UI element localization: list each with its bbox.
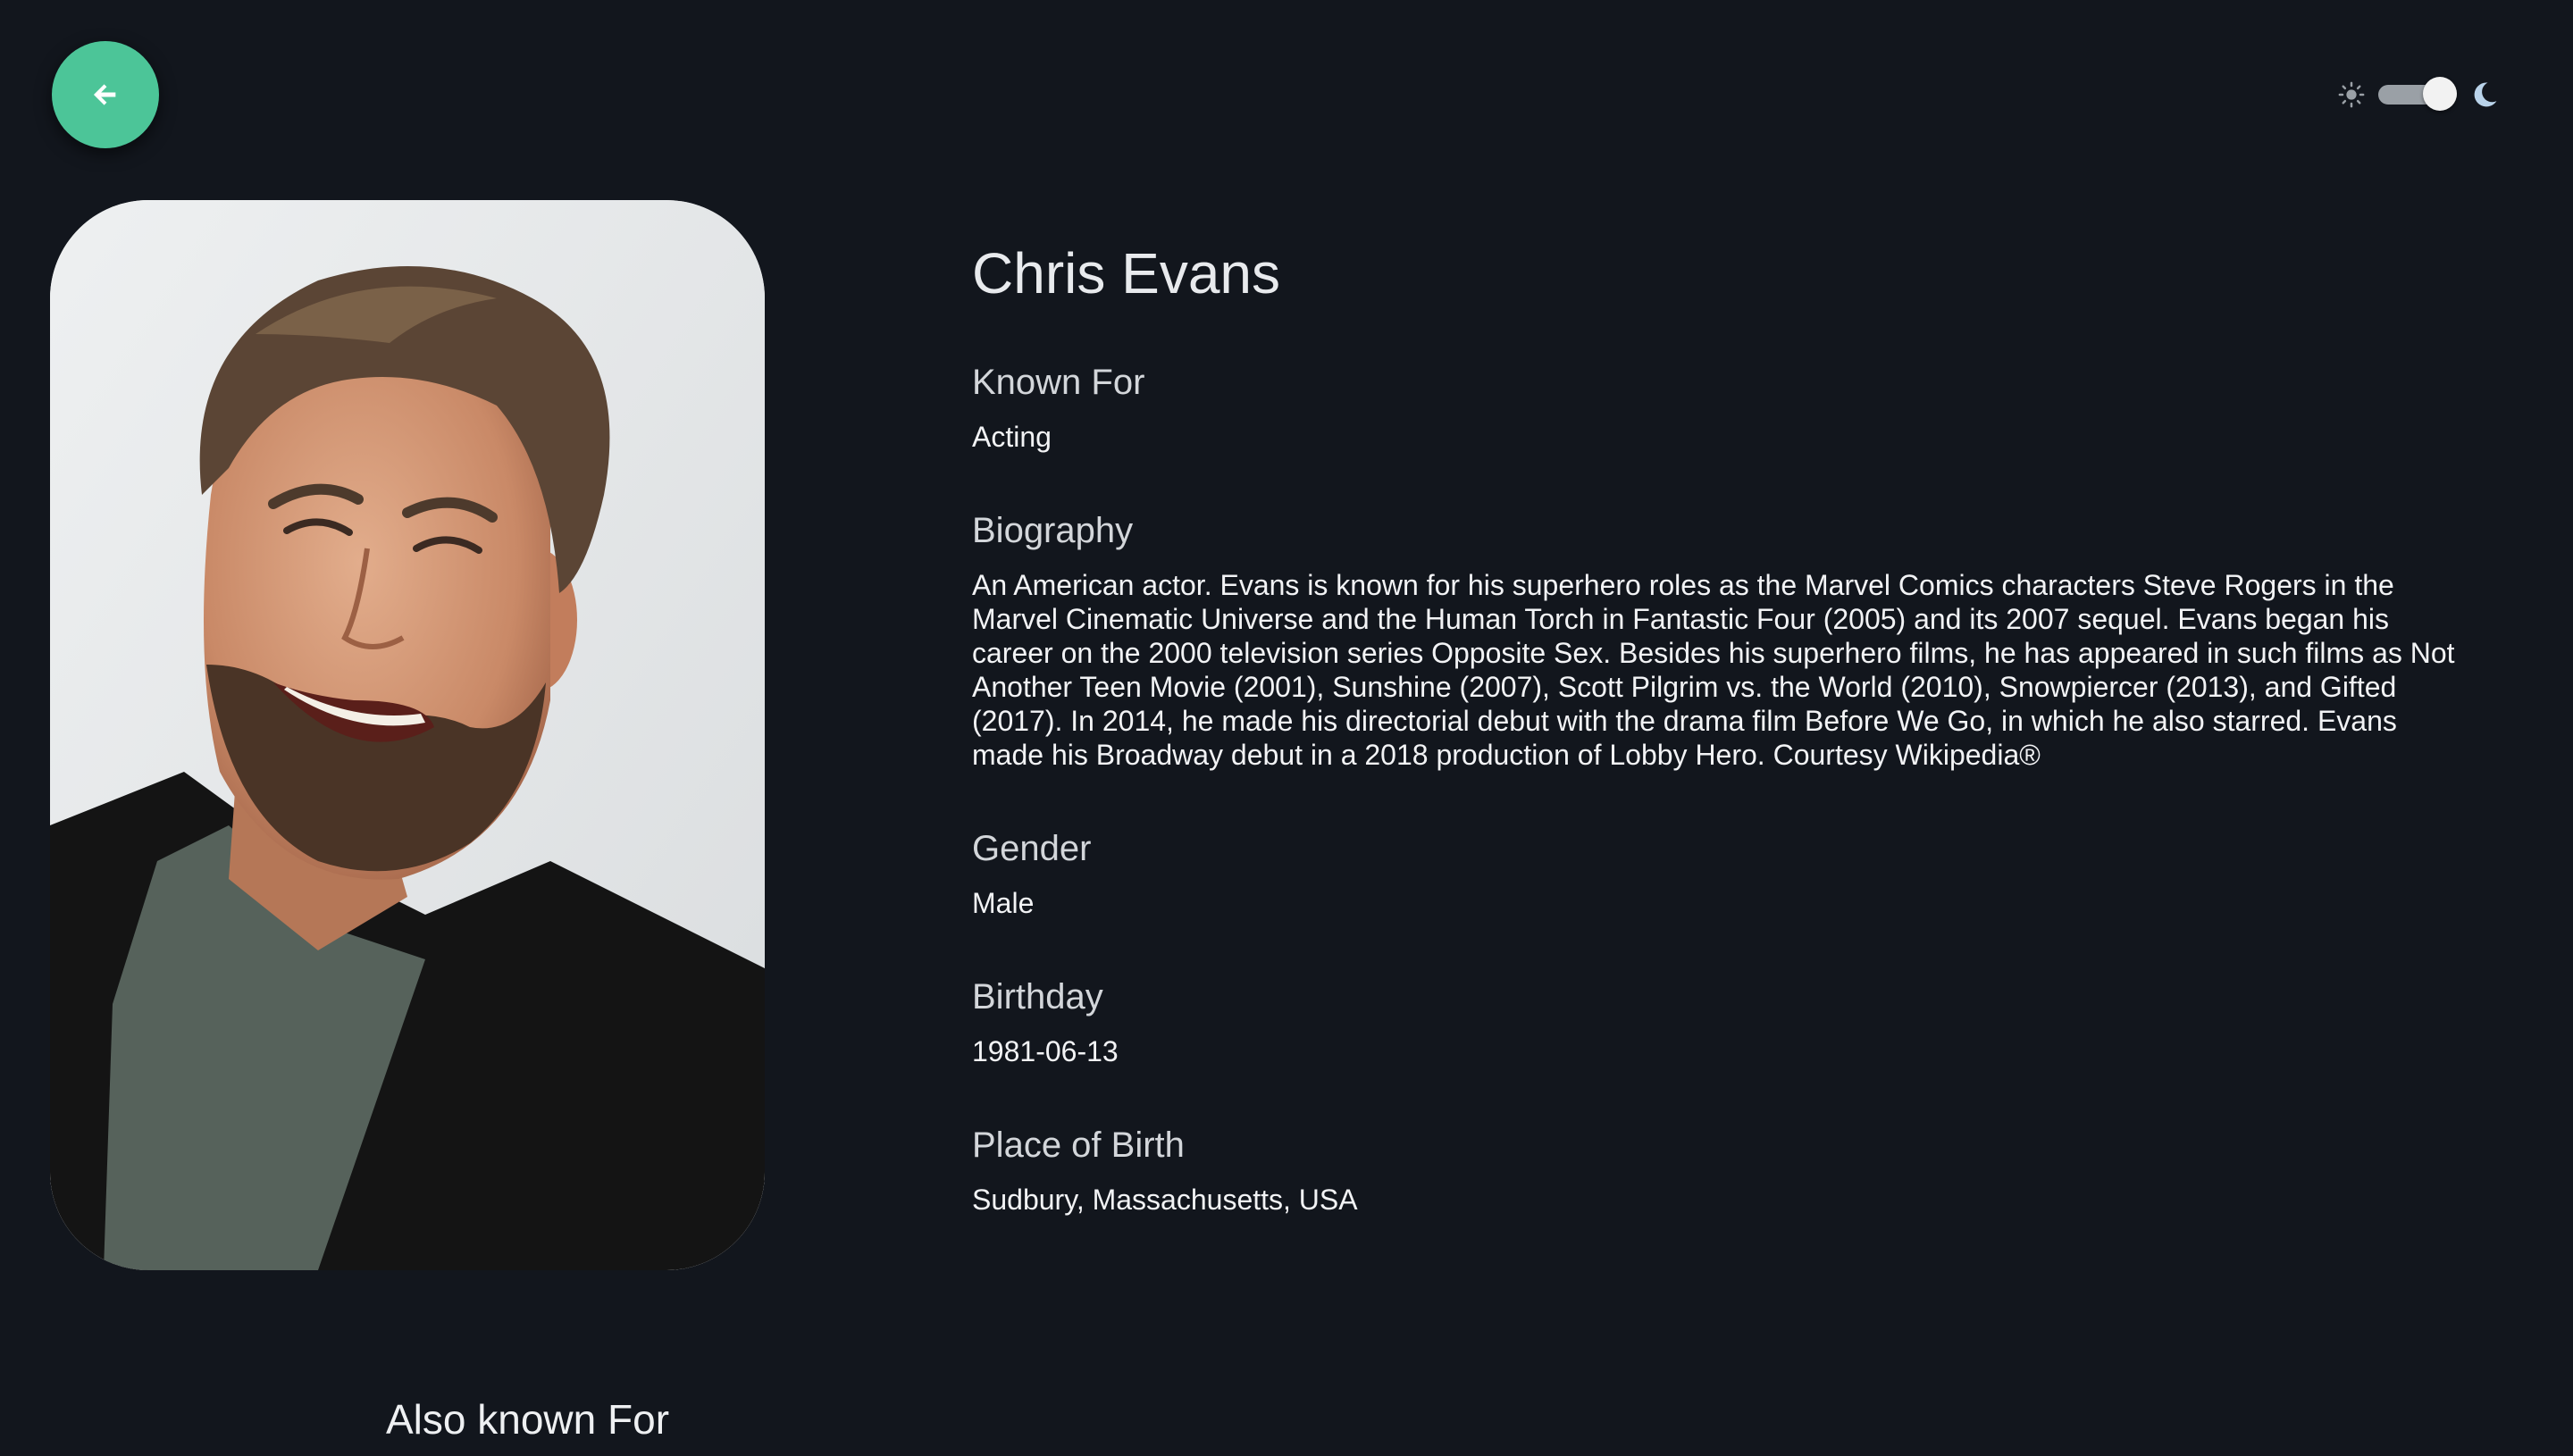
person-name: Chris Evans: [972, 241, 1280, 305]
biography-section: Biography An American actor. Evans is kn…: [972, 509, 2455, 772]
also-known-for-heading: Also known For: [386, 1396, 670, 1443]
place-of-birth-section: Place of Birth Sudbury, Massachusetts, U…: [972, 1124, 2455, 1217]
profile-photo: [50, 200, 765, 1270]
theme-switch-knob: [2423, 77, 2457, 111]
theme-switch[interactable]: [2378, 77, 2457, 111]
theme-toggle: [2335, 73, 2502, 116]
birthday-value: 1981-06-13: [972, 1034, 1119, 1067]
place-of-birth-label: Place of Birth: [972, 1125, 1185, 1165]
birthday-label: Birthday: [972, 976, 1103, 1017]
known-for-label: Known For: [972, 362, 1145, 402]
sun-icon: [2335, 79, 2368, 111]
biography-text: An American actor. Evans is known for hi…: [972, 568, 2455, 771]
gender-label: Gender: [972, 828, 1092, 868]
moon-icon: [2468, 78, 2502, 112]
known-for-value: Acting: [972, 420, 1052, 453]
gender-section: Gender Male: [972, 827, 2455, 920]
back-button[interactable]: [52, 41, 159, 148]
person-detail-page: Chris Evans Known For Acting Biography A…: [0, 0, 2573, 1456]
biography-label: Biography: [972, 510, 1134, 550]
birthday-section: Birthday 1981-06-13: [972, 975, 2455, 1068]
place-of-birth-value: Sudbury, Massachusetts, USA: [972, 1183, 1358, 1216]
known-for-section: Known For Acting: [972, 361, 2455, 454]
arrow-left-icon: [90, 79, 121, 110]
person-details: Chris Evans Known For Acting Biography A…: [972, 241, 2455, 1272]
gender-value: Male: [972, 886, 1035, 919]
